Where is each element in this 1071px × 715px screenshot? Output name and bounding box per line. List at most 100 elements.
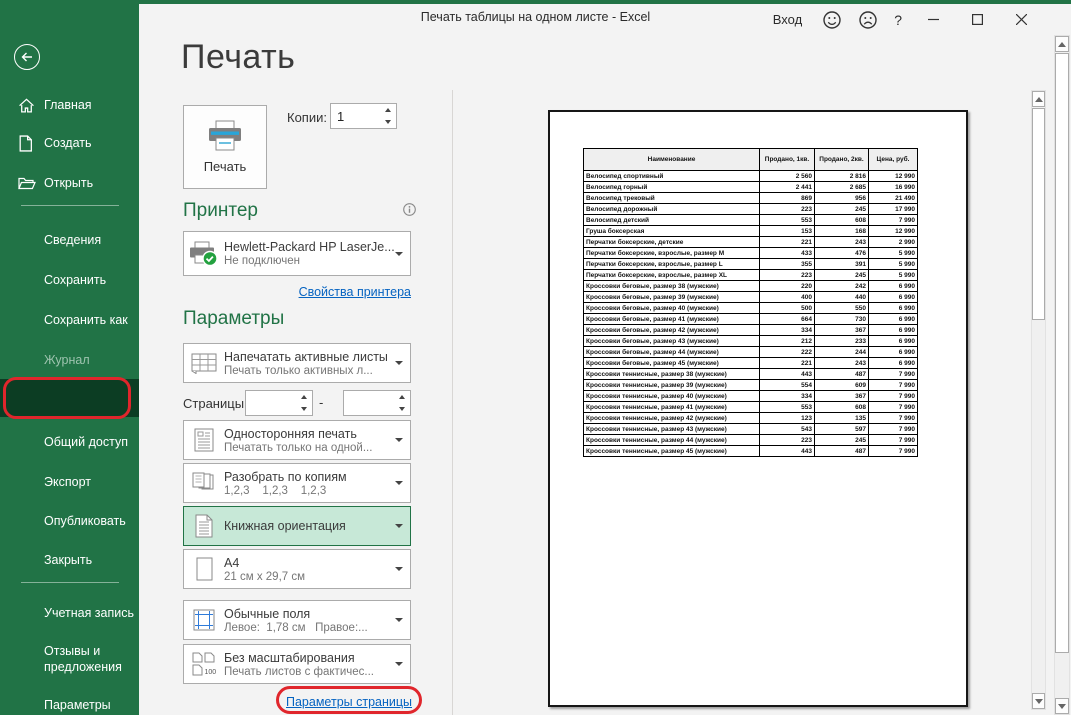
table-row: Кроссовки теннисные, размер 42 (мужские)… (584, 413, 918, 424)
duplex-select[interactable]: Односторонняя печать Печатать только на … (183, 420, 411, 460)
preview-scrollbar[interactable] (1031, 90, 1046, 710)
copies-increment-button[interactable] (380, 104, 396, 116)
back-button[interactable] (14, 44, 40, 70)
table-row: Перчатки боксерские, взрослые, размер M … (584, 248, 918, 259)
sidebar-item-home[interactable]: Главная (0, 93, 139, 117)
preview-scrollbar-thumb[interactable] (1032, 108, 1045, 320)
printer-name: Hewlett-Packard HP LaserJe... (224, 240, 396, 254)
pages-from-input[interactable] (246, 391, 296, 415)
pages-to-input[interactable] (344, 391, 394, 415)
maximize-button[interactable] (966, 9, 988, 31)
sidebar-item-publish[interactable]: Опубликовать (0, 509, 139, 533)
orientation-select[interactable]: Книжная ориентация (183, 506, 411, 546)
table-row: Перчатки боксерские, взрослые, размер XL… (584, 270, 918, 281)
sidebar-item-feedback[interactable]: Отзывы и предложения (44, 643, 136, 675)
pages-to-decrement[interactable] (394, 403, 410, 415)
print-button-label: Печать (204, 159, 247, 174)
table-row: Перчатки боксерские, взрослые, размер L … (584, 259, 918, 270)
sidebar-item-save[interactable]: Сохранить (0, 268, 139, 292)
printer-properties-link[interactable]: Свойства принтера (299, 285, 411, 299)
window-scrollbar-thumb[interactable] (1055, 53, 1069, 653)
table-row: Кроссовки теннисные, размер 44 (мужские)… (584, 435, 918, 446)
top-accent-strip (0, 0, 1071, 4)
paper-size-select[interactable]: A4 21 см x 29,7 см (183, 549, 411, 589)
minimize-button[interactable] (922, 9, 944, 31)
table-row: Перчатки боксерские, детские 221 243 2 9… (584, 237, 918, 248)
window-scrollbar[interactable] (1054, 35, 1070, 715)
pages-from-decrement[interactable] (296, 403, 312, 415)
sidebar-item-options[interactable]: Параметры (0, 693, 139, 715)
pages-to-increment[interactable] (394, 391, 410, 403)
sidebar-item-new[interactable]: Создать (0, 131, 139, 155)
scaling-select[interactable]: 100 Без масштабирования Печать листов с … (183, 644, 411, 684)
pages-from-stepper[interactable] (245, 390, 313, 416)
collation-select[interactable]: Разобрать по копиям 1,2,3 1,2,3 1,2,3 (183, 463, 411, 503)
sidebar-item-account[interactable]: Учетная запись (0, 601, 139, 625)
sidebar-item-share[interactable]: Общий доступ (0, 430, 139, 454)
copies-decrement-button[interactable] (380, 116, 396, 128)
a4-paper-icon (184, 557, 224, 581)
help-button[interactable]: ? (894, 12, 902, 28)
title-bar: Печать таблицы на одном листе - Excel Вх… (0, 0, 1071, 35)
table-row: Велосипед спортивный 2 560 2 816 12 990 (584, 171, 918, 182)
chevron-down-icon (395, 618, 403, 622)
sign-in-button[interactable]: Вход (773, 12, 802, 27)
open-folder-icon (18, 174, 36, 192)
table-row: Велосипед горный 2 441 2 685 16 990 (584, 182, 918, 193)
svg-text:100: 100 (205, 669, 217, 676)
pages-range-dash: - (319, 395, 323, 410)
sidebar-divider (21, 582, 119, 583)
preview-scroll-up-button[interactable] (1032, 91, 1045, 107)
table-row: Кроссовки теннисные, размер 43 (мужские)… (584, 424, 918, 435)
page-setup-link[interactable]: Параметры страницы (286, 695, 412, 709)
copies-label: Копии: (287, 110, 327, 125)
col-header-sold-q1: Продано, 1кв. (760, 149, 815, 171)
table-row: Кроссовки теннисные, размер 38 (мужские)… (584, 369, 918, 380)
printer-icon (206, 120, 244, 152)
backstage-sidebar: Главная Создать Открыть Сведения Сохрани… (0, 0, 139, 715)
sidebar-item-info[interactable]: Сведения (0, 228, 139, 252)
window-scroll-down-button[interactable] (1055, 698, 1069, 714)
sidebar-item-open[interactable]: Открыть (0, 171, 139, 195)
sidebar-item-export[interactable]: Экспорт (0, 470, 139, 494)
copies-input[interactable] (331, 104, 380, 128)
print-area-select[interactable]: Напечатать активные листы Печать только … (183, 343, 411, 383)
chevron-down-icon (395, 481, 403, 485)
pages-from-increment[interactable] (296, 391, 312, 403)
preview-table: Наименование Продано, 1кв. Продано, 2кв.… (583, 148, 918, 457)
copies-stepper[interactable] (330, 103, 397, 129)
table-row: Кроссовки беговые, размер 42 (мужские) 3… (584, 325, 918, 336)
table-row: Кроссовки беговые, размер 40 (мужские) 5… (584, 303, 918, 314)
table-row: Кроссовки теннисные, размер 40 (мужские)… (584, 391, 918, 402)
close-button[interactable] (1010, 9, 1032, 31)
printer-status-icon (184, 241, 224, 267)
table-row: Велосипед трековый 869 956 21 490 (584, 193, 918, 204)
margins-select[interactable]: Обычные поля Левое: 1,78 см Правое:... (183, 600, 411, 640)
margins-icon (184, 609, 224, 631)
home-icon (18, 96, 36, 114)
preview-scroll-down-button[interactable] (1032, 693, 1045, 709)
back-arrow-icon (19, 49, 35, 65)
printer-section-heading: Принтер (183, 200, 258, 222)
printer-select[interactable]: Hewlett-Packard HP LaserJe... Не подключ… (183, 231, 411, 276)
table-row: Кроссовки беговые, размер 41 (мужские) 6… (584, 314, 918, 325)
sidebar-item-print-selected[interactable]: Печать (0, 379, 139, 417)
sidebar-item-history: Журнал (0, 348, 139, 372)
window-scroll-up-button[interactable] (1055, 36, 1069, 52)
sidebar-item-save-as[interactable]: Сохранить как (0, 308, 139, 332)
col-header-sold-q2: Продано, 2кв. (815, 149, 869, 171)
collate-pages-icon (184, 472, 224, 494)
info-icon[interactable] (403, 203, 416, 221)
pages-to-stepper[interactable] (343, 390, 411, 416)
table-row: Кроссовки теннисные, размер 39 (мужские)… (584, 380, 918, 391)
print-button[interactable]: Печать (183, 105, 267, 189)
chevron-down-icon (395, 567, 403, 571)
one-sided-page-icon (184, 428, 224, 452)
sidebar-item-close[interactable]: Закрыть (0, 548, 139, 572)
frown-face-icon[interactable] (858, 10, 878, 30)
table-row: Кроссовки беговые, размер 39 (мужские) 4… (584, 292, 918, 303)
settings-section-heading: Параметры (183, 308, 284, 330)
table-row: Кроссовки теннисные, размер 45 (мужские)… (584, 446, 918, 457)
sidebar-divider (21, 205, 119, 206)
smiley-face-icon[interactable] (822, 10, 842, 30)
